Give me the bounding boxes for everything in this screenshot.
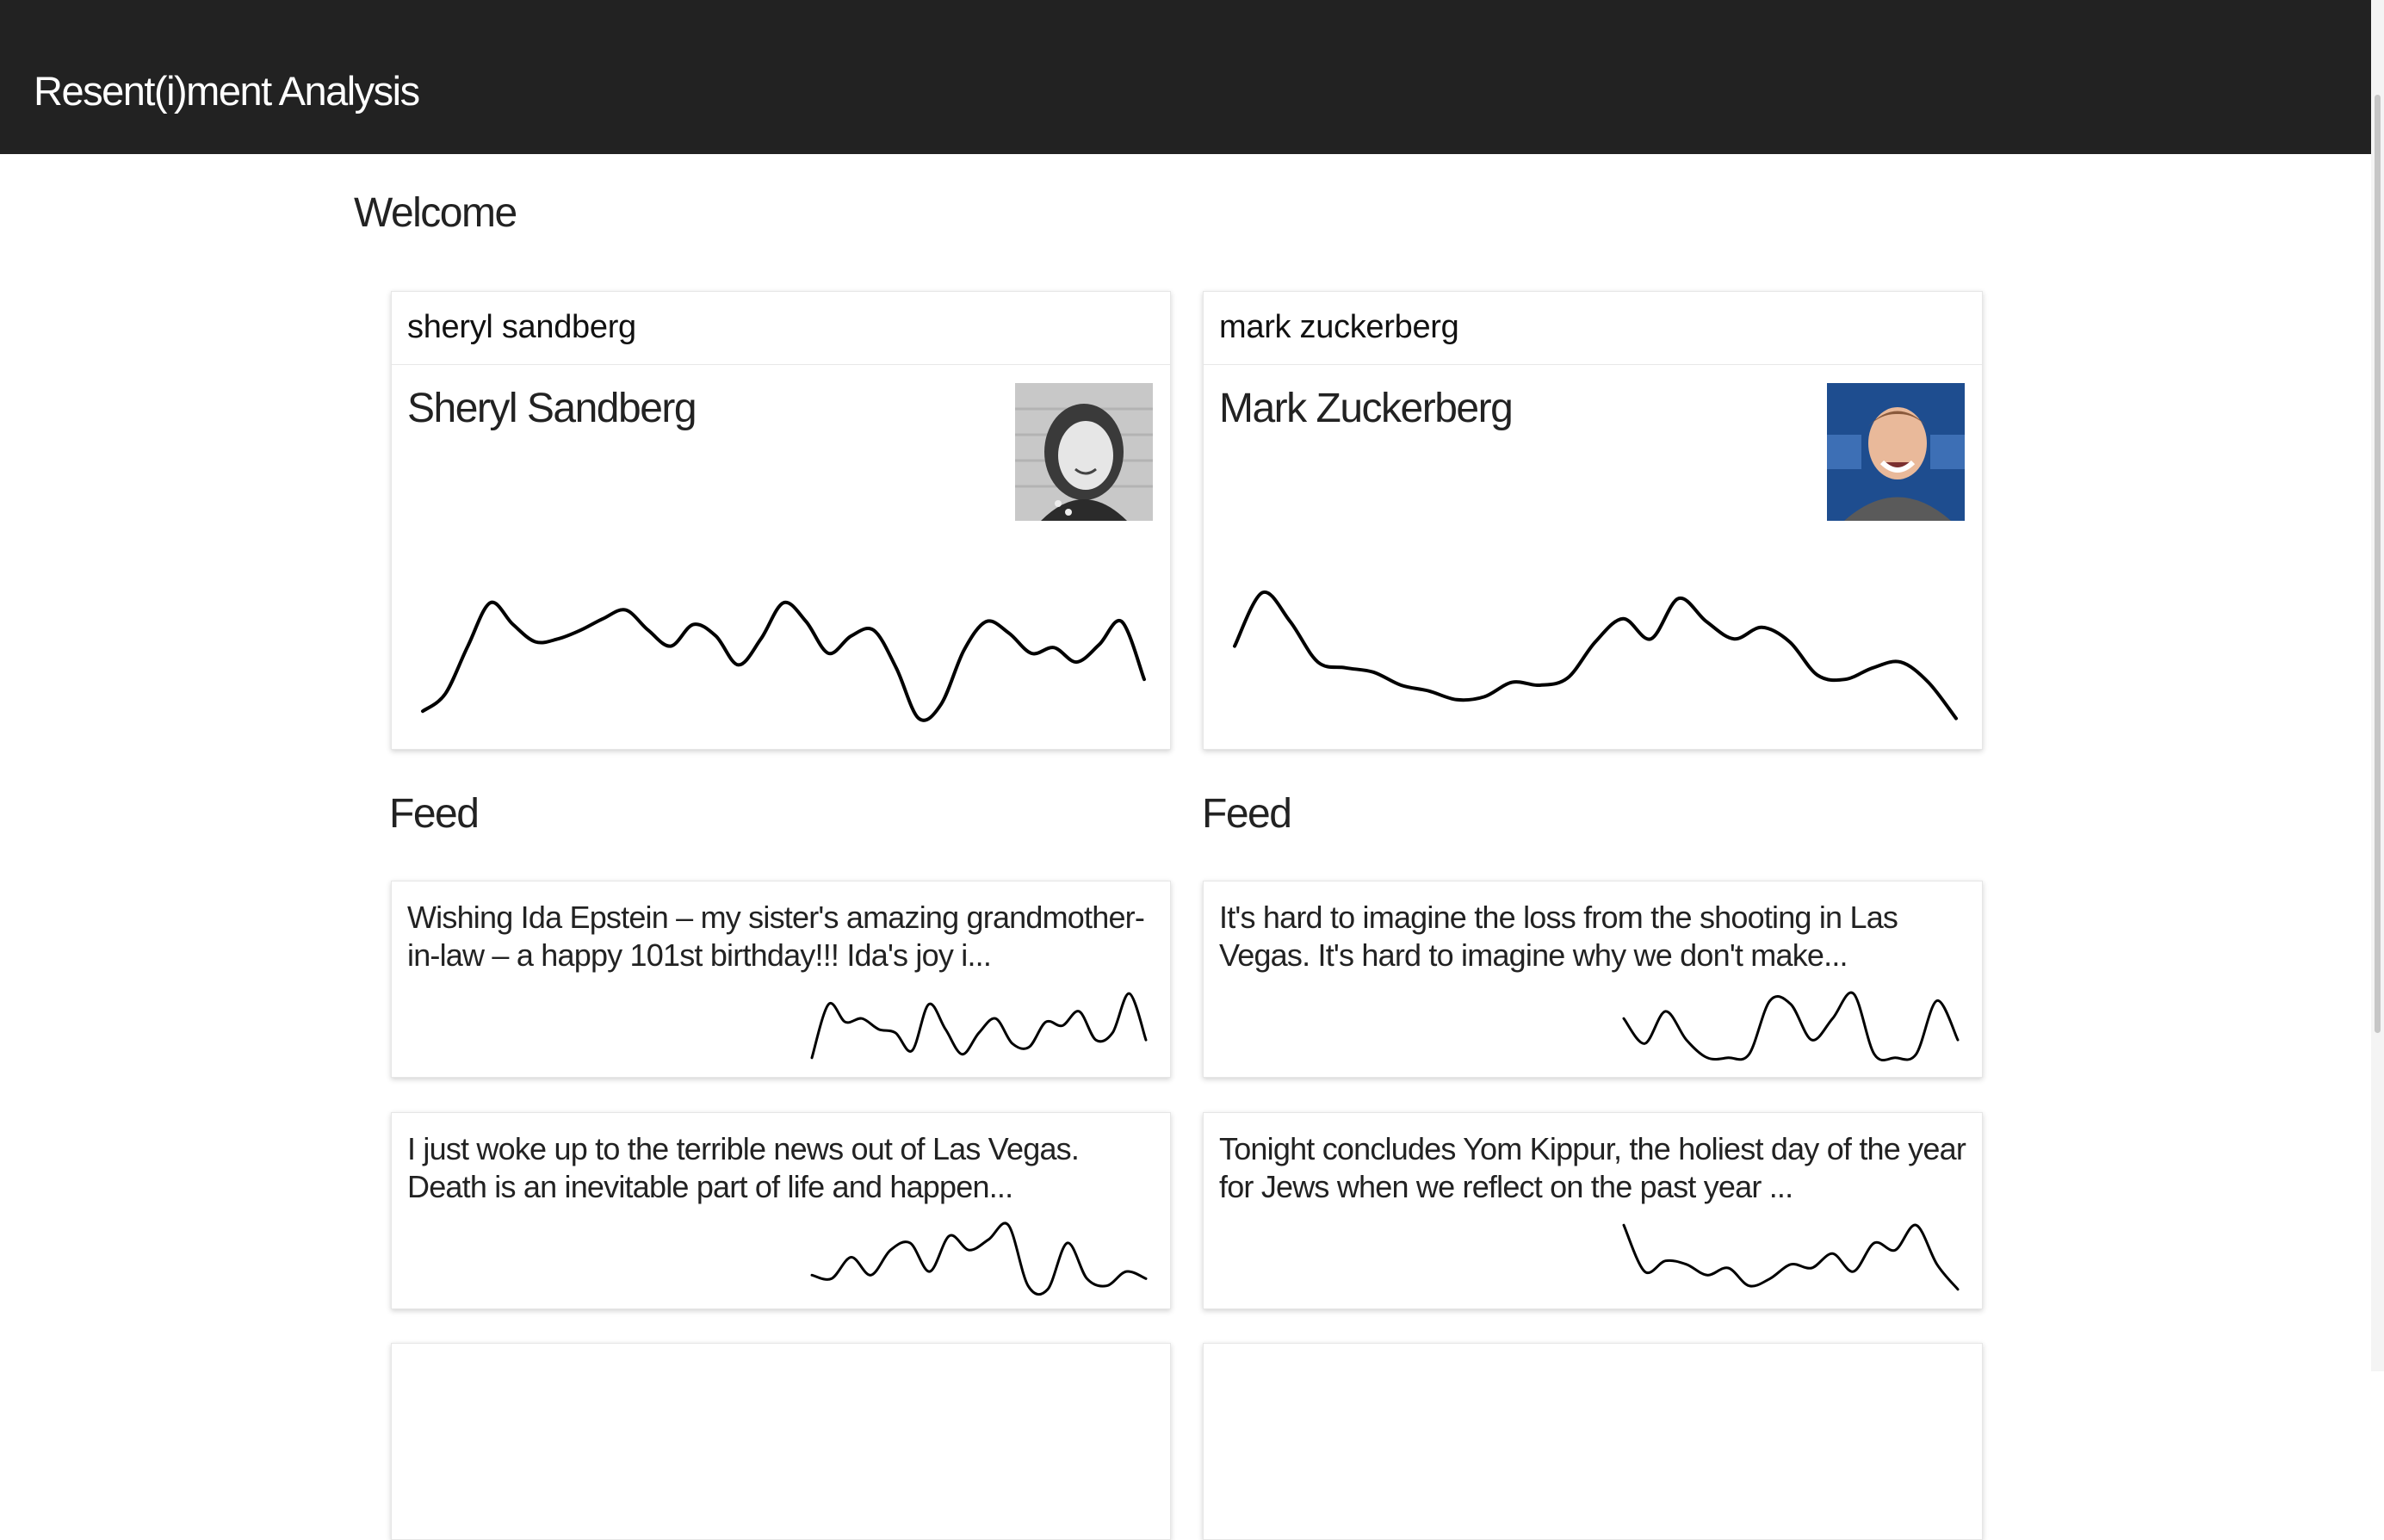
- feed-title: Feed: [1202, 791, 1292, 837]
- feed-post[interactable]: [1203, 1343, 1983, 1540]
- profile-handle: sheryl sandberg: [407, 309, 636, 345]
- profile-card-header: mark zuckerberg: [1204, 292, 1982, 365]
- profile-card-zuckerberg[interactable]: mark zuckerberg Mark Zuckerberg: [1203, 291, 1983, 750]
- profile-card-sandberg[interactable]: sheryl sandberg Sheryl Sandberg: [391, 291, 1171, 750]
- post-sentiment-sparkline: [1622, 1223, 1960, 1291]
- post-text: Wishing Ida Epstein – my sister's amazin…: [407, 900, 1145, 973]
- sentiment-line: [1622, 991, 1960, 1061]
- feed-post[interactable]: Tonight concludes Yom Kippur, the holies…: [1203, 1112, 1983, 1309]
- post-sentiment-sparkline: [810, 992, 1148, 1060]
- sentiment-line: [810, 992, 1148, 1060]
- post-sentiment-sparkline: [810, 1221, 1148, 1296]
- feed-post[interactable]: [391, 1343, 1171, 1540]
- feed-title: Feed: [389, 791, 480, 837]
- profile-name: Sheryl Sandberg: [407, 386, 697, 431]
- page-heading: Welcome: [354, 190, 517, 236]
- sentiment-sparkline: [421, 600, 1146, 722]
- sentiment-line: [421, 600, 1146, 722]
- post-text: I just woke up to the terrible news out …: [407, 1131, 1080, 1204]
- profile-name: Mark Zuckerberg: [1219, 386, 1514, 431]
- person-photo-icon: [1015, 383, 1153, 521]
- sentiment-line: [1233, 590, 1958, 721]
- sentiment-line: [1622, 1223, 1960, 1291]
- profile-handle: mark zuckerberg: [1219, 309, 1459, 345]
- feed-post[interactable]: I just woke up to the terrible news out …: [391, 1112, 1171, 1309]
- sentiment-sparkline: [1233, 590, 1958, 721]
- post-sentiment-sparkline: [1622, 991, 1960, 1061]
- feed-post[interactable]: Wishing Ida Epstein – my sister's amazin…: [391, 881, 1171, 1078]
- app-title[interactable]: Resent(i)ment Analysis: [34, 67, 420, 114]
- sentiment-line: [810, 1221, 1148, 1296]
- scrollbar-thumb[interactable]: [2375, 95, 2381, 1033]
- person-photo-icon: [1827, 383, 1965, 521]
- feed-post[interactable]: It's hard to imagine the loss from the s…: [1203, 881, 1983, 1078]
- post-text: It's hard to imagine the loss from the s…: [1219, 900, 1898, 973]
- page-scrollbar[interactable]: [2371, 0, 2384, 1371]
- profile-card-header: sheryl sandberg: [392, 292, 1170, 365]
- top-navbar: Resent(i)ment Analysis: [0, 0, 2371, 154]
- post-text: Tonight concludes Yom Kippur, the holies…: [1219, 1131, 1966, 1204]
